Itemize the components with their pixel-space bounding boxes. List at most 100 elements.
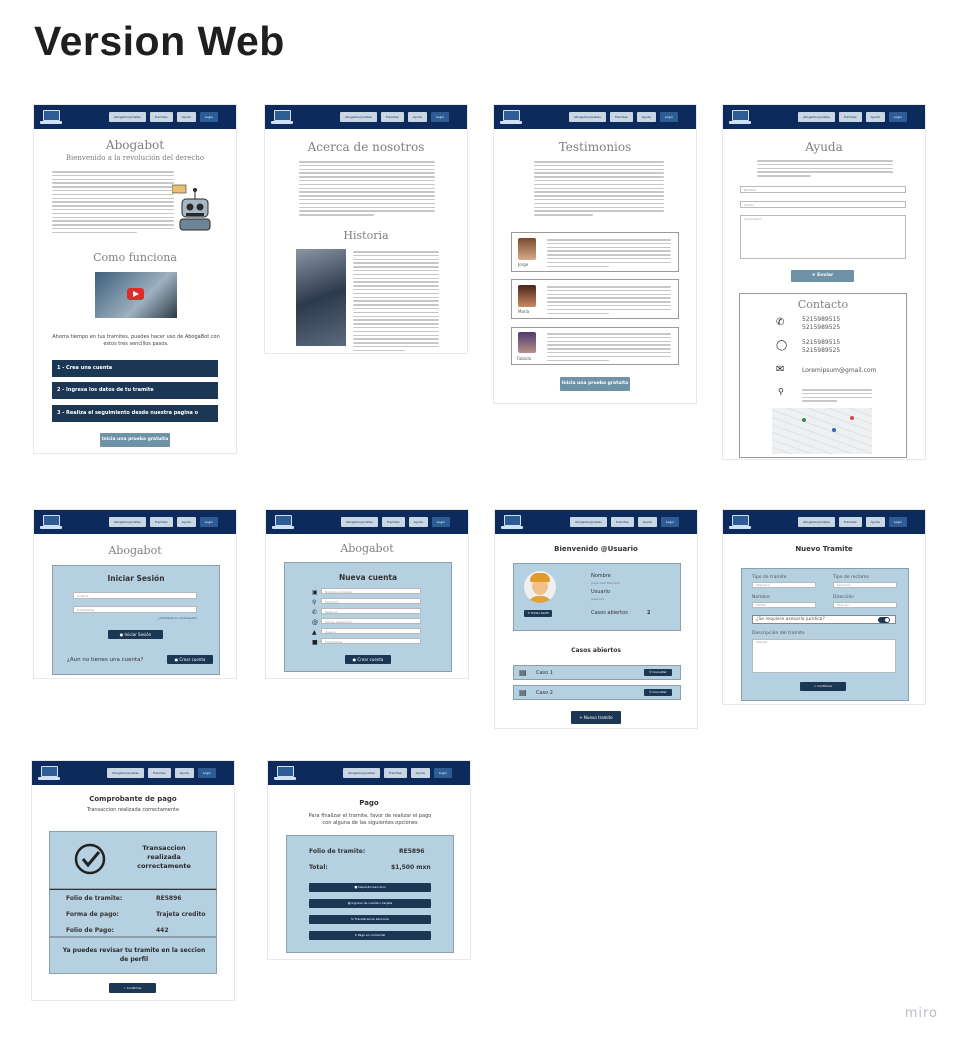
fullname-field[interactable]: Nombre completo <box>321 588 421 594</box>
create-account-button[interactable]: ● Crear cuenta <box>167 655 213 664</box>
nav-lawyers[interactable]: Abogados/Juristas <box>569 517 607 527</box>
name-field[interactable]: Nombre <box>740 186 906 193</box>
forgot-password-link[interactable]: ¿Olvidaste tu contraseña? <box>158 616 197 620</box>
nav-login[interactable]: Login <box>431 517 450 527</box>
bank-transfer-button[interactable]: ⇆ Transferencia bancaria <box>309 915 431 924</box>
home-body-text <box>52 171 174 236</box>
nav-help[interactable]: Ayuda <box>637 517 657 527</box>
consult-button[interactable]: ⚲ Consultar <box>644 669 672 676</box>
nav-lawyers[interactable]: Abogados/Juristas <box>342 768 380 778</box>
nav-lawyers[interactable]: Abogados/Juristas <box>797 517 835 527</box>
nav-help[interactable]: Ayuda <box>176 517 196 527</box>
laptop-logo-icon[interactable] <box>729 110 751 124</box>
nav-help[interactable]: Ayuda <box>407 112 427 122</box>
claim-select[interactable]: Selecciona <box>833 582 897 588</box>
bank-deposit-button[interactable]: ■ Depósito bancario <box>309 883 431 892</box>
avatar <box>518 332 536 353</box>
confirm-button[interactable]: ✓ Confirmar <box>109 983 156 993</box>
edit-profile-button[interactable]: ✎ Editar Perfil <box>524 610 552 617</box>
nav-procedures[interactable]: Tramites <box>838 517 862 527</box>
nav-procedures[interactable]: Tramites <box>383 768 407 778</box>
name-input[interactable]: Nombre <box>752 602 816 608</box>
frame-receipt: Abogados/Juristas Tramites Ayuda Login C… <box>31 760 235 1001</box>
nav-lawyers[interactable]: Abogados/Juristas <box>108 517 146 527</box>
nav-lawyers[interactable]: Abogados/Juristas <box>339 112 377 122</box>
laptop-logo-icon[interactable] <box>271 110 293 124</box>
nav-login[interactable]: Login <box>888 112 907 122</box>
laptop-logo-icon[interactable] <box>274 766 296 780</box>
laptop-logo-icon[interactable] <box>729 515 751 529</box>
avatar <box>518 238 536 260</box>
nav-help[interactable]: Ayuda <box>176 112 196 122</box>
nav-procedures[interactable]: Tramites <box>380 112 404 122</box>
nav-procedures[interactable]: Tramites <box>149 517 173 527</box>
nav-help[interactable]: Ayuda <box>408 517 428 527</box>
play-icon[interactable] <box>127 288 144 300</box>
testimonials-body-text <box>534 161 664 218</box>
address-field[interactable]: Dirección <box>321 598 421 604</box>
nav-login[interactable]: Login <box>888 517 907 527</box>
legal-advice-toggle[interactable] <box>878 617 890 623</box>
store-payment-button[interactable]: $ Pago en comercial <box>309 931 431 940</box>
send-button[interactable]: ➤ Enviar <box>791 270 854 282</box>
nav-lawyers[interactable]: Abogados/Juristas <box>568 112 606 122</box>
password-field[interactable]: Contraseña <box>321 638 421 644</box>
username-field[interactable]: Usuario <box>321 628 421 634</box>
new-procedure-button[interactable]: + Nuevo tramite <box>571 711 621 724</box>
comment-field[interactable]: Comentario <box>740 215 906 259</box>
email-field[interactable]: Correo <box>740 201 906 208</box>
password-field[interactable]: Contraseña <box>73 606 197 613</box>
navbar: Abogados/Juristas Tramites Ayuda Login <box>265 105 467 129</box>
laptop-logo-icon[interactable] <box>38 766 60 780</box>
card-payment-button[interactable]: ▤ Ingreso de cuenta o tarjeta <box>309 899 431 908</box>
nav-help[interactable]: Ayuda <box>865 517 885 527</box>
username-field[interactable]: Usuario <box>73 592 197 599</box>
laptop-logo-icon[interactable] <box>40 110 62 124</box>
document-icon: ▤ <box>519 688 527 697</box>
nav-procedures[interactable]: Tramites <box>147 768 171 778</box>
frame-testimonials: Abogados/Juristas Tramites Ayuda Login T… <box>493 104 697 404</box>
receipt-note: Ya puedes revisar tu tramite en la secci… <box>62 947 206 963</box>
description-input[interactable]: Describe <box>752 639 896 673</box>
laptop-logo-icon[interactable] <box>272 515 294 529</box>
phone-icon: ✆ <box>312 609 318 616</box>
nav-procedures[interactable]: Tramites <box>838 112 862 122</box>
free-trial-button[interactable]: Inicia una prueba gratuita <box>100 433 170 447</box>
nav-procedures[interactable]: Tramites <box>610 517 634 527</box>
nav-lawyers[interactable]: Abogados/Juristas <box>340 517 378 527</box>
nav-login[interactable]: Login <box>199 517 218 527</box>
nav-lawyers[interactable]: Abogados/Juristas <box>797 112 835 122</box>
nav-help[interactable]: Ayuda <box>410 768 430 778</box>
nav-lawyers[interactable]: Abogados/Juristas <box>108 112 146 122</box>
laptop-logo-icon[interactable] <box>40 515 62 529</box>
nav-login[interactable]: Login <box>199 112 218 122</box>
confirm-button[interactable]: ✓ Confirmar <box>800 682 846 691</box>
testimonial-name: Jorge <box>518 262 529 267</box>
type-select[interactable]: Selecciona <box>752 582 816 588</box>
nav-help[interactable]: Ayuda <box>174 768 194 778</box>
phone-field[interactable]: Teléfono <box>321 608 421 614</box>
home-title: Abogabot <box>105 138 165 152</box>
signup-submit-button[interactable]: ● Crear cuenta <box>345 655 391 664</box>
nav-login[interactable]: Login <box>659 112 678 122</box>
map-image[interactable] <box>772 408 872 454</box>
nav-help[interactable]: Ayuda <box>636 112 656 122</box>
email-field[interactable]: Correo electrónico <box>321 618 421 624</box>
nav-lawyers[interactable]: Abogados/Juristas <box>106 768 144 778</box>
nav-procedures[interactable]: Tramites <box>609 112 633 122</box>
laptop-logo-icon[interactable] <box>501 515 523 529</box>
nav-login[interactable]: Login <box>430 112 449 122</box>
login-button[interactable]: ● Iniciar Sesión <box>108 630 163 639</box>
nav-procedures[interactable]: Tramites <box>149 112 173 122</box>
consult-button[interactable]: ⚲ Consultar <box>644 689 672 696</box>
nav-login[interactable]: Login <box>197 768 216 778</box>
nav-login[interactable]: Login <box>433 768 452 778</box>
free-trial-button[interactable]: Inicia una prueba gratuita <box>560 377 630 391</box>
nav-login[interactable]: Login <box>660 517 679 527</box>
laptop-logo-icon[interactable] <box>500 110 522 124</box>
nav-procedures[interactable]: Tramites <box>381 517 405 527</box>
login-button-label: Iniciar Sesión <box>124 632 152 637</box>
nav-help[interactable]: Ayuda <box>865 112 885 122</box>
video-thumbnail[interactable] <box>95 272 177 318</box>
address-input[interactable]: Dirección <box>833 602 897 608</box>
